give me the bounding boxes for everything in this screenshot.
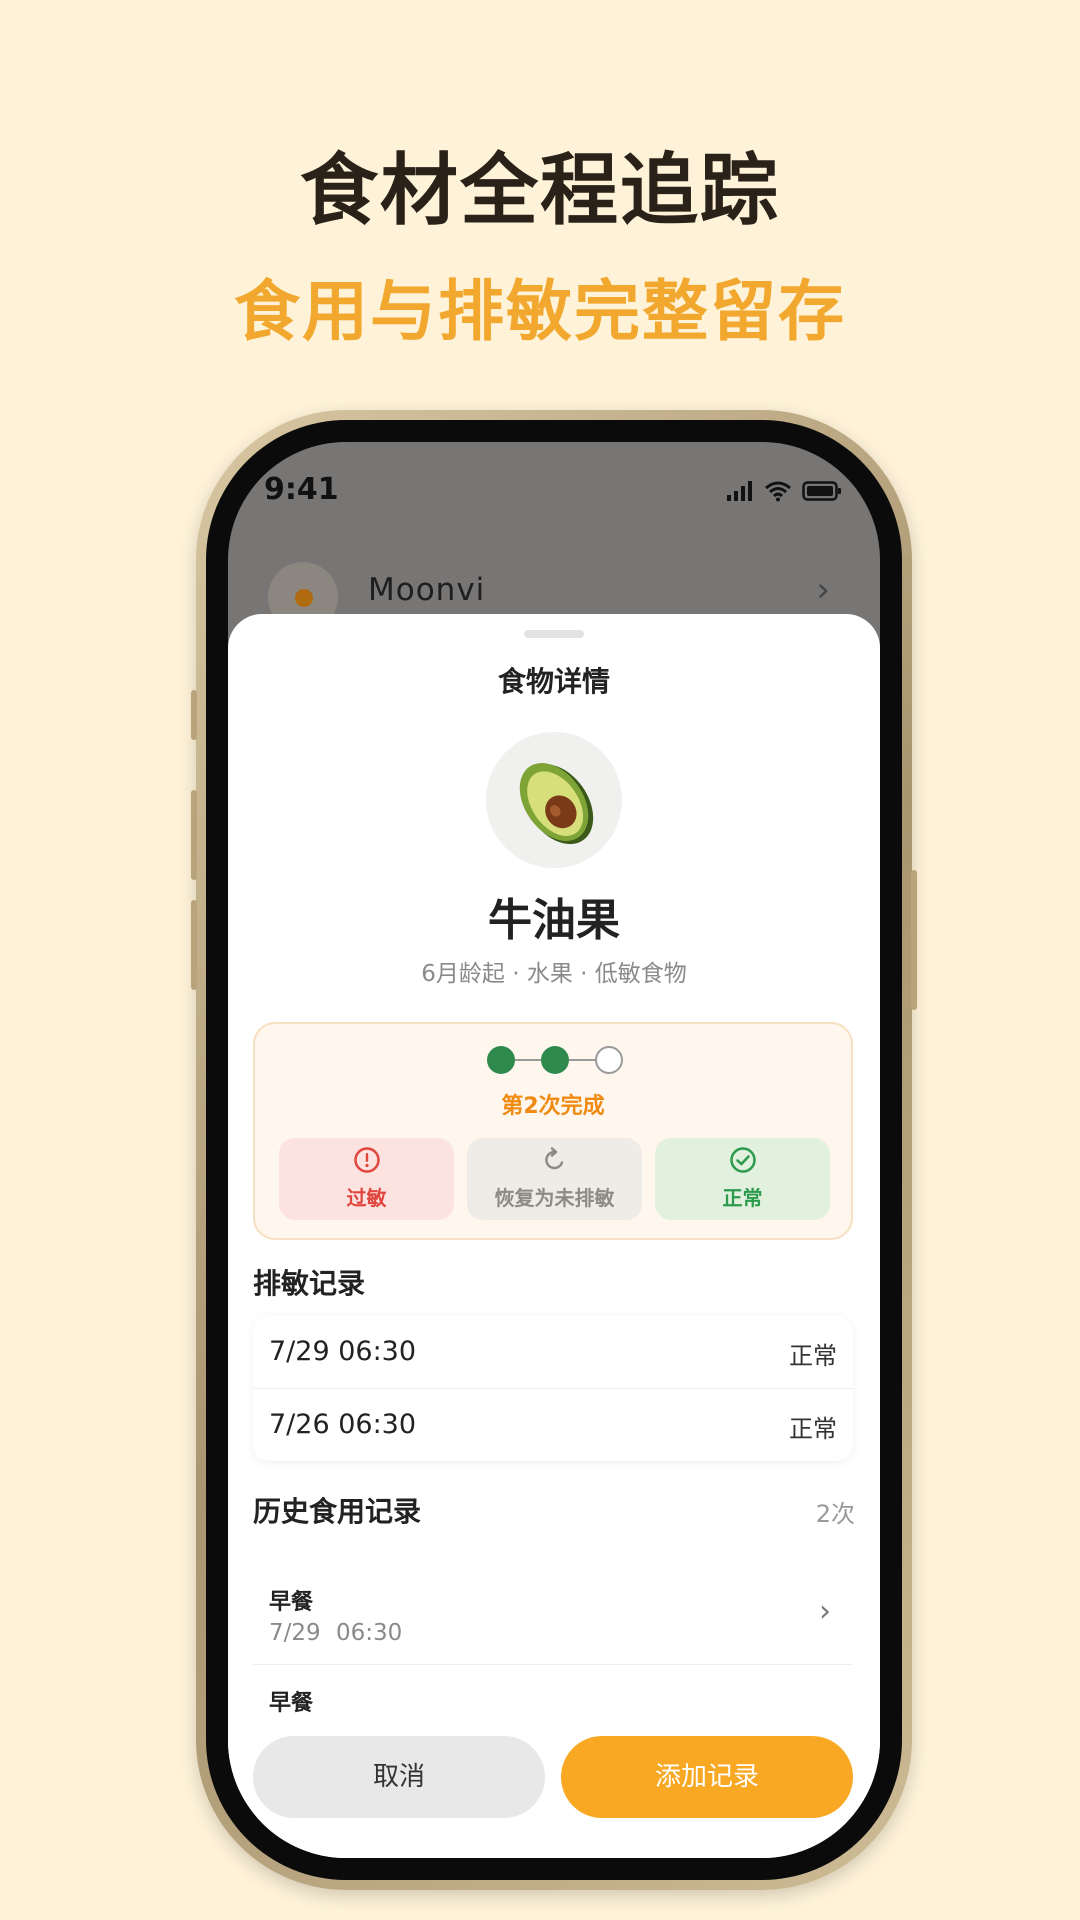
progress-dot-3 bbox=[595, 1046, 623, 1074]
avocado-icon bbox=[519, 763, 594, 845]
cancel-button[interactable]: 取消 bbox=[253, 1736, 545, 1818]
progress-label: 第2次完成 bbox=[501, 1094, 605, 1119]
phone-screen: 9:41 Moonvi › 食物详情 牛油果 6月龄起 · 水果 · 低敏食物 … bbox=[228, 442, 880, 1858]
alert-circle-icon bbox=[353, 1147, 380, 1173]
chevron-right-icon: › bbox=[816, 570, 830, 610]
mark-normal-button[interactable]: 正常 bbox=[655, 1138, 830, 1220]
phone-power-button bbox=[911, 870, 917, 1010]
history-meal: 早餐 bbox=[269, 1691, 314, 1714]
status-icons bbox=[726, 480, 842, 502]
allergy-record-row[interactable]: 7/29 06:30 正常 bbox=[253, 1316, 853, 1389]
battery-icon bbox=[802, 481, 841, 501]
chevron-right-icon: › bbox=[819, 1594, 831, 1629]
allergy-records-title: 排敏记录 bbox=[253, 1267, 366, 1300]
food-meta: 6月龄起 · 水果 · 低敏食物 bbox=[421, 961, 687, 987]
status-bar: 9:41 bbox=[228, 472, 880, 522]
mark-normal-label: 正常 bbox=[722, 1186, 763, 1210]
phone-volume-up bbox=[191, 790, 197, 880]
history-datetime: 7/29 06:30 bbox=[269, 1620, 402, 1646]
record-status: 正常 bbox=[789, 1415, 837, 1443]
allergy-status-card: 第2次完成 过敏 恢复为未排敏 正常 bbox=[253, 1022, 853, 1240]
mark-allergy-label: 过敏 bbox=[346, 1186, 387, 1210]
signal-icon bbox=[727, 481, 752, 501]
history-item[interactable]: 早餐 bbox=[253, 1665, 853, 1714]
history-item[interactable]: 早餐 7/29 06:30 › bbox=[253, 1564, 853, 1665]
check-circle-icon bbox=[729, 1147, 756, 1173]
history-list: 早餐 7/29 06:30 › 早餐 bbox=[253, 1564, 853, 1714]
allergy-record-row[interactable]: 7/26 06:30 正常 bbox=[253, 1389, 853, 1461]
status-time: 9:41 bbox=[264, 472, 339, 507]
progress-connector bbox=[515, 1059, 543, 1061]
progress-dot-2 bbox=[541, 1046, 569, 1074]
progress-dots bbox=[255, 1046, 851, 1076]
record-status: 正常 bbox=[789, 1342, 837, 1370]
profile-name: Moonvi bbox=[368, 572, 486, 608]
mark-allergy-button[interactable]: 过敏 bbox=[279, 1138, 454, 1220]
history-date: 7/29 bbox=[269, 1620, 321, 1646]
add-record-button[interactable]: 添加记录 bbox=[561, 1736, 853, 1818]
promo-subline: 食用与排敏完整留存 bbox=[234, 273, 846, 350]
refresh-icon bbox=[544, 1147, 563, 1170]
record-datetime: 7/26 06:30 bbox=[269, 1409, 417, 1440]
history-count: 2次 bbox=[815, 1500, 855, 1528]
allergy-records-list: 7/29 06:30 正常 7/26 06:30 正常 bbox=[253, 1316, 853, 1461]
reset-status-label: 恢复为未排敏 bbox=[494, 1186, 615, 1210]
food-detail-sheet: 食物详情 牛油果 6月龄起 · 水果 · 低敏食物 第2次完成 过敏 恢复为未排… bbox=[228, 614, 880, 1858]
sheet-grabber[interactable] bbox=[524, 630, 584, 638]
record-datetime: 7/29 06:30 bbox=[269, 1336, 417, 1367]
food-image bbox=[486, 732, 622, 868]
food-name: 牛油果 bbox=[488, 895, 620, 946]
phone-silent-switch bbox=[191, 690, 197, 740]
phone-volume-down bbox=[191, 900, 197, 990]
sheet-title: 食物详情 bbox=[497, 665, 610, 698]
promo-headline: 食材全程追踪 bbox=[299, 146, 780, 236]
history-meal: 早餐 bbox=[269, 1590, 314, 1615]
progress-dot-1 bbox=[487, 1046, 515, 1074]
history-title: 历史食用记录 bbox=[253, 1495, 422, 1528]
action-bar: 取消 添加记录 bbox=[228, 1716, 880, 1858]
wifi-icon bbox=[765, 481, 791, 502]
reset-status-button[interactable]: 恢复为未排敏 bbox=[467, 1138, 642, 1220]
progress-connector bbox=[569, 1059, 597, 1061]
history-time: 06:30 bbox=[335, 1620, 403, 1646]
